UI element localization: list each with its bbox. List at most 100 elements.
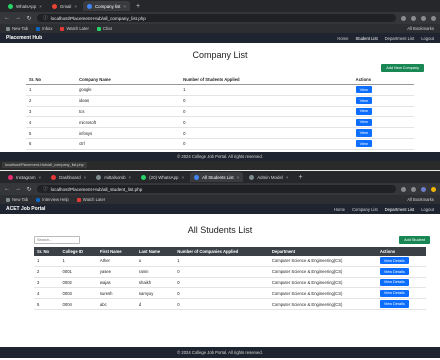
column-header: Last Name [135, 247, 175, 256]
nav-link[interactable]: Company List [352, 207, 378, 212]
close-icon[interactable]: × [39, 4, 42, 9]
view-details-button[interactable]: View Details [379, 289, 409, 297]
close-icon[interactable]: × [123, 4, 126, 9]
view-button[interactable]: View [355, 118, 372, 126]
browser-tab[interactable]: Company list × [83, 1, 131, 11]
bookmark-item[interactable]: Interview Help [36, 197, 69, 202]
close-icon[interactable]: × [74, 4, 77, 9]
view-details-button[interactable]: View Details [379, 268, 409, 276]
nav-link[interactable]: Home [334, 207, 345, 212]
bookmark-label: Interview Help [42, 197, 69, 202]
view-button[interactable]: View [355, 129, 372, 137]
new-tab-icon[interactable]: + [295, 174, 307, 181]
extensions-icon[interactable] [411, 15, 416, 21]
forward-icon[interactable]: → [15, 15, 21, 21]
bookmark-item[interactable]: New Tab [6, 26, 28, 31]
bookmark-item[interactable]: Watch Later [76, 197, 106, 202]
browser-tab[interactable]: Dashboard × [47, 172, 90, 182]
view-button[interactable]: View [355, 140, 372, 148]
nav-links: Home Company List Department List Logout [334, 207, 434, 212]
brand-logo[interactable]: Placement Hub [6, 35, 42, 41]
column-header: Sr. No [26, 75, 77, 85]
forward-icon[interactable]: → [15, 186, 21, 192]
table-cell: 2 [34, 266, 60, 278]
site-info-icon[interactable]: ⓘ [43, 186, 48, 192]
url-input[interactable]: ⓘ localhost/Placement-Hub/all_student_li… [37, 185, 396, 193]
column-header: First Name [96, 247, 136, 256]
close-icon[interactable]: × [181, 175, 184, 180]
browser-tab[interactable]: mittalsomb × [92, 172, 135, 182]
search-input[interactable] [34, 236, 80, 244]
view-button[interactable]: View [355, 86, 372, 94]
site-info-icon[interactable]: ⓘ [43, 15, 48, 21]
bookmark-icon [36, 26, 41, 31]
actions-cell: View Details [376, 298, 426, 310]
bookmark-label: New Tab [12, 26, 29, 31]
bookmark-star-icon[interactable] [401, 186, 406, 192]
all-bookmarks[interactable]: All Bookmarks [407, 26, 434, 31]
nav-link[interactable]: Home [337, 36, 348, 41]
browser-tab[interactable]: Admin Model × [245, 172, 292, 182]
nav-link[interactable]: Department List [385, 207, 415, 212]
reload-icon[interactable]: ↻ [26, 15, 32, 22]
address-bar: ← → ↻ ⓘ localhost/Placement-Hub/all_comp… [0, 12, 440, 24]
bookmark-icon [96, 26, 101, 31]
actions-cell: View [352, 95, 414, 107]
url-input[interactable]: ⓘ localhost/Placement-Hub/all_company_li… [37, 14, 396, 22]
view-details-button[interactable]: View Details [379, 300, 409, 308]
table-cell: microsoft [76, 116, 181, 129]
nav-link[interactable]: Logout [421, 36, 434, 41]
bookmark-item[interactable]: Watch Later [60, 26, 89, 31]
back-icon[interactable]: ← [4, 186, 10, 192]
close-icon[interactable]: × [237, 175, 240, 180]
view-button[interactable]: View [355, 107, 372, 116]
bookmark-label: Watch Later [66, 26, 89, 31]
bookmark-item[interactable]: Chat [96, 26, 112, 31]
view-details-button[interactable]: View Details [379, 257, 409, 265]
nav-link[interactable]: Student List [356, 36, 378, 41]
nav-link[interactable]: Department List [385, 36, 415, 41]
bookmarks-bar: New Tab Inbox Watch Later Chat All Bookmarks [0, 24, 440, 33]
actions-cell: View [352, 84, 414, 96]
table-cell: 0 [174, 277, 269, 289]
bookmark-star-icon[interactable] [401, 15, 406, 21]
browser-tab[interactable]: All Students List × [190, 172, 244, 182]
profile-icon[interactable] [421, 15, 426, 21]
address-bar: ← → ↻ ⓘ localhost/Placement-Hub/all_stud… [0, 183, 440, 195]
table-cell: 0 [180, 127, 353, 139]
extensions-icon[interactable] [411, 186, 416, 192]
nav-link[interactable]: Logout [421, 207, 434, 212]
tab-label: Instagram [16, 174, 36, 180]
all-bookmarks[interactable]: All Bookmarks [407, 197, 434, 202]
close-icon[interactable]: × [129, 175, 132, 180]
add-company-button[interactable]: Add New Company [381, 64, 424, 72]
profile-icon[interactable] [421, 186, 426, 192]
new-tab-icon[interactable]: + [132, 3, 144, 10]
browser-tab[interactable]: Instagram × [4, 172, 45, 182]
brand-logo[interactable]: ACET Job Portal [6, 206, 45, 212]
actions-cell: View Details [376, 256, 426, 267]
browser-tab[interactable]: WhatsApp × [4, 1, 46, 11]
browser-tab[interactable]: Gmail × [48, 1, 81, 11]
menu-icon[interactable] [431, 15, 436, 21]
students-table: Sr. No College ID First Name Last Name Numbe… [34, 247, 426, 310]
close-icon[interactable]: × [84, 175, 87, 180]
bookmark-item[interactable]: New Tab [6, 197, 28, 202]
browser-tab[interactable]: (20) WhatsApp × [137, 172, 188, 182]
view-button[interactable]: View [355, 97, 372, 105]
tab-label: WhatsApp [16, 3, 37, 9]
close-icon[interactable]: × [286, 175, 289, 180]
bookmark-item[interactable]: Inbox [36, 26, 52, 31]
tab-label: Dashboard [59, 174, 81, 180]
close-icon[interactable]: × [39, 175, 42, 180]
view-details-button[interactable]: View Details [379, 278, 409, 287]
add-student-button[interactable]: Add Student [399, 236, 430, 244]
bookmark-label: Watch Later [82, 197, 106, 202]
bookmark-icon [76, 197, 81, 202]
back-icon[interactable]: ← [4, 15, 10, 21]
menu-icon[interactable] [431, 186, 436, 192]
column-header: Actions [352, 75, 414, 85]
table-row: 2 0001 yasee ramn 0 Computer Science & Engine… [34, 266, 426, 278]
reload-icon[interactable]: ↻ [26, 186, 32, 193]
company-list-screenshot: WhatsApp × Gmail × Company list × + ← → ↻ ⓘ lo… [0, 0, 440, 170]
